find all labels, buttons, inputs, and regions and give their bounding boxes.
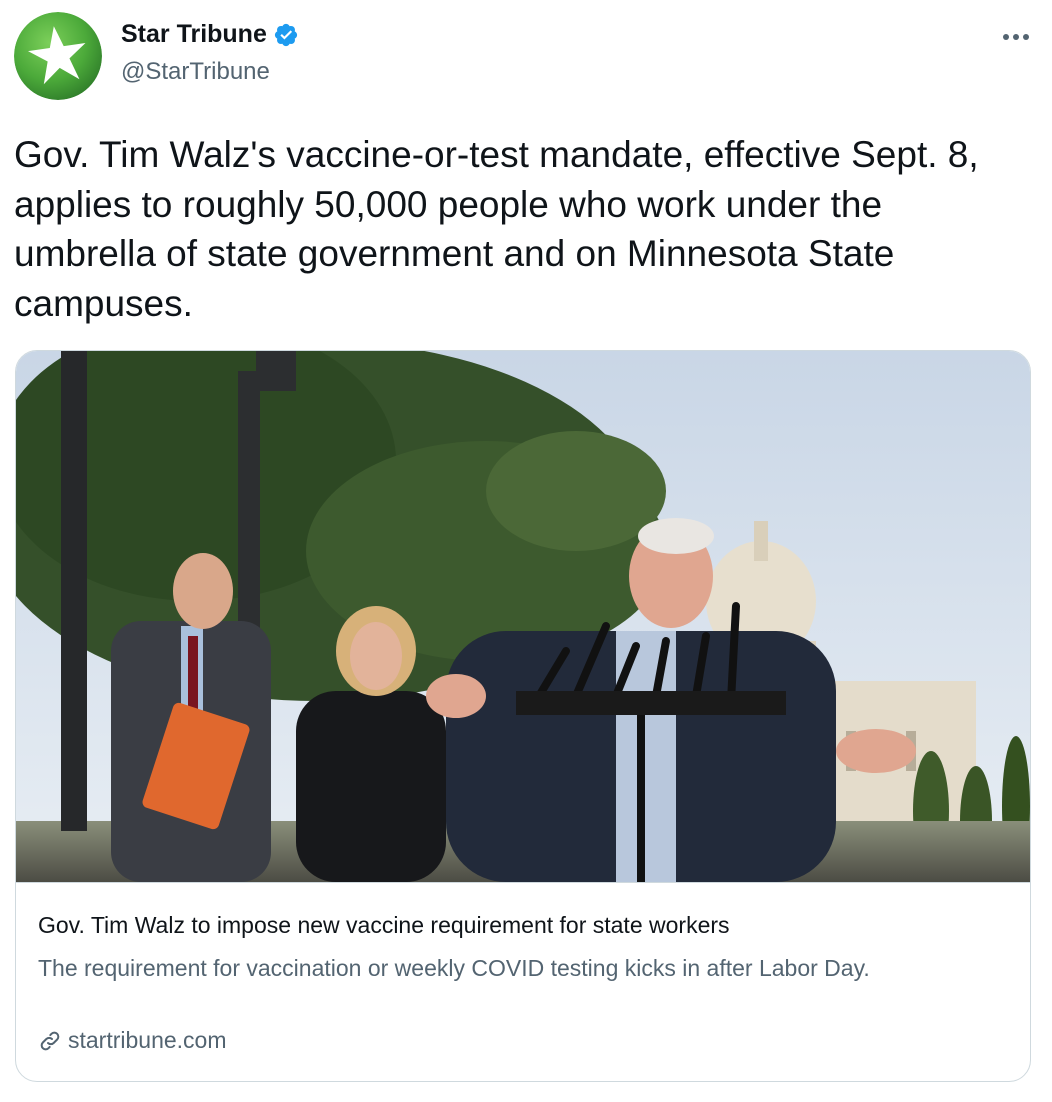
tweet-text: Gov. Tim Walz's vaccine-or-test mandate,… [14,134,979,324]
card-image [16,351,1030,882]
card-domain-row[interactable]: startribune.com [38,1027,227,1054]
more-options-button[interactable] [996,22,1036,52]
link-icon [40,1031,60,1050]
author-handle[interactable]: @StarTribune [121,58,270,86]
author-display-name[interactable]: Star Tribune [121,20,267,49]
verified-badge-icon [273,22,299,48]
card-divider [16,882,1030,883]
card-description: The requirement for vaccination or weekl… [38,955,870,981]
card-title[interactable]: Gov. Tim Walz to impose new vaccine requ… [38,911,998,939]
link-card[interactable]: Gov. Tim Walz to impose new vaccine requ… [15,350,1031,1082]
more-dots-icon [1003,34,1029,40]
news-photo [16,351,1030,882]
author-name-row: Star Tribune [121,20,299,49]
avatar[interactable] [14,12,102,100]
star-logo-icon [14,12,102,100]
card-domain[interactable]: startribune.com [68,1027,227,1054]
